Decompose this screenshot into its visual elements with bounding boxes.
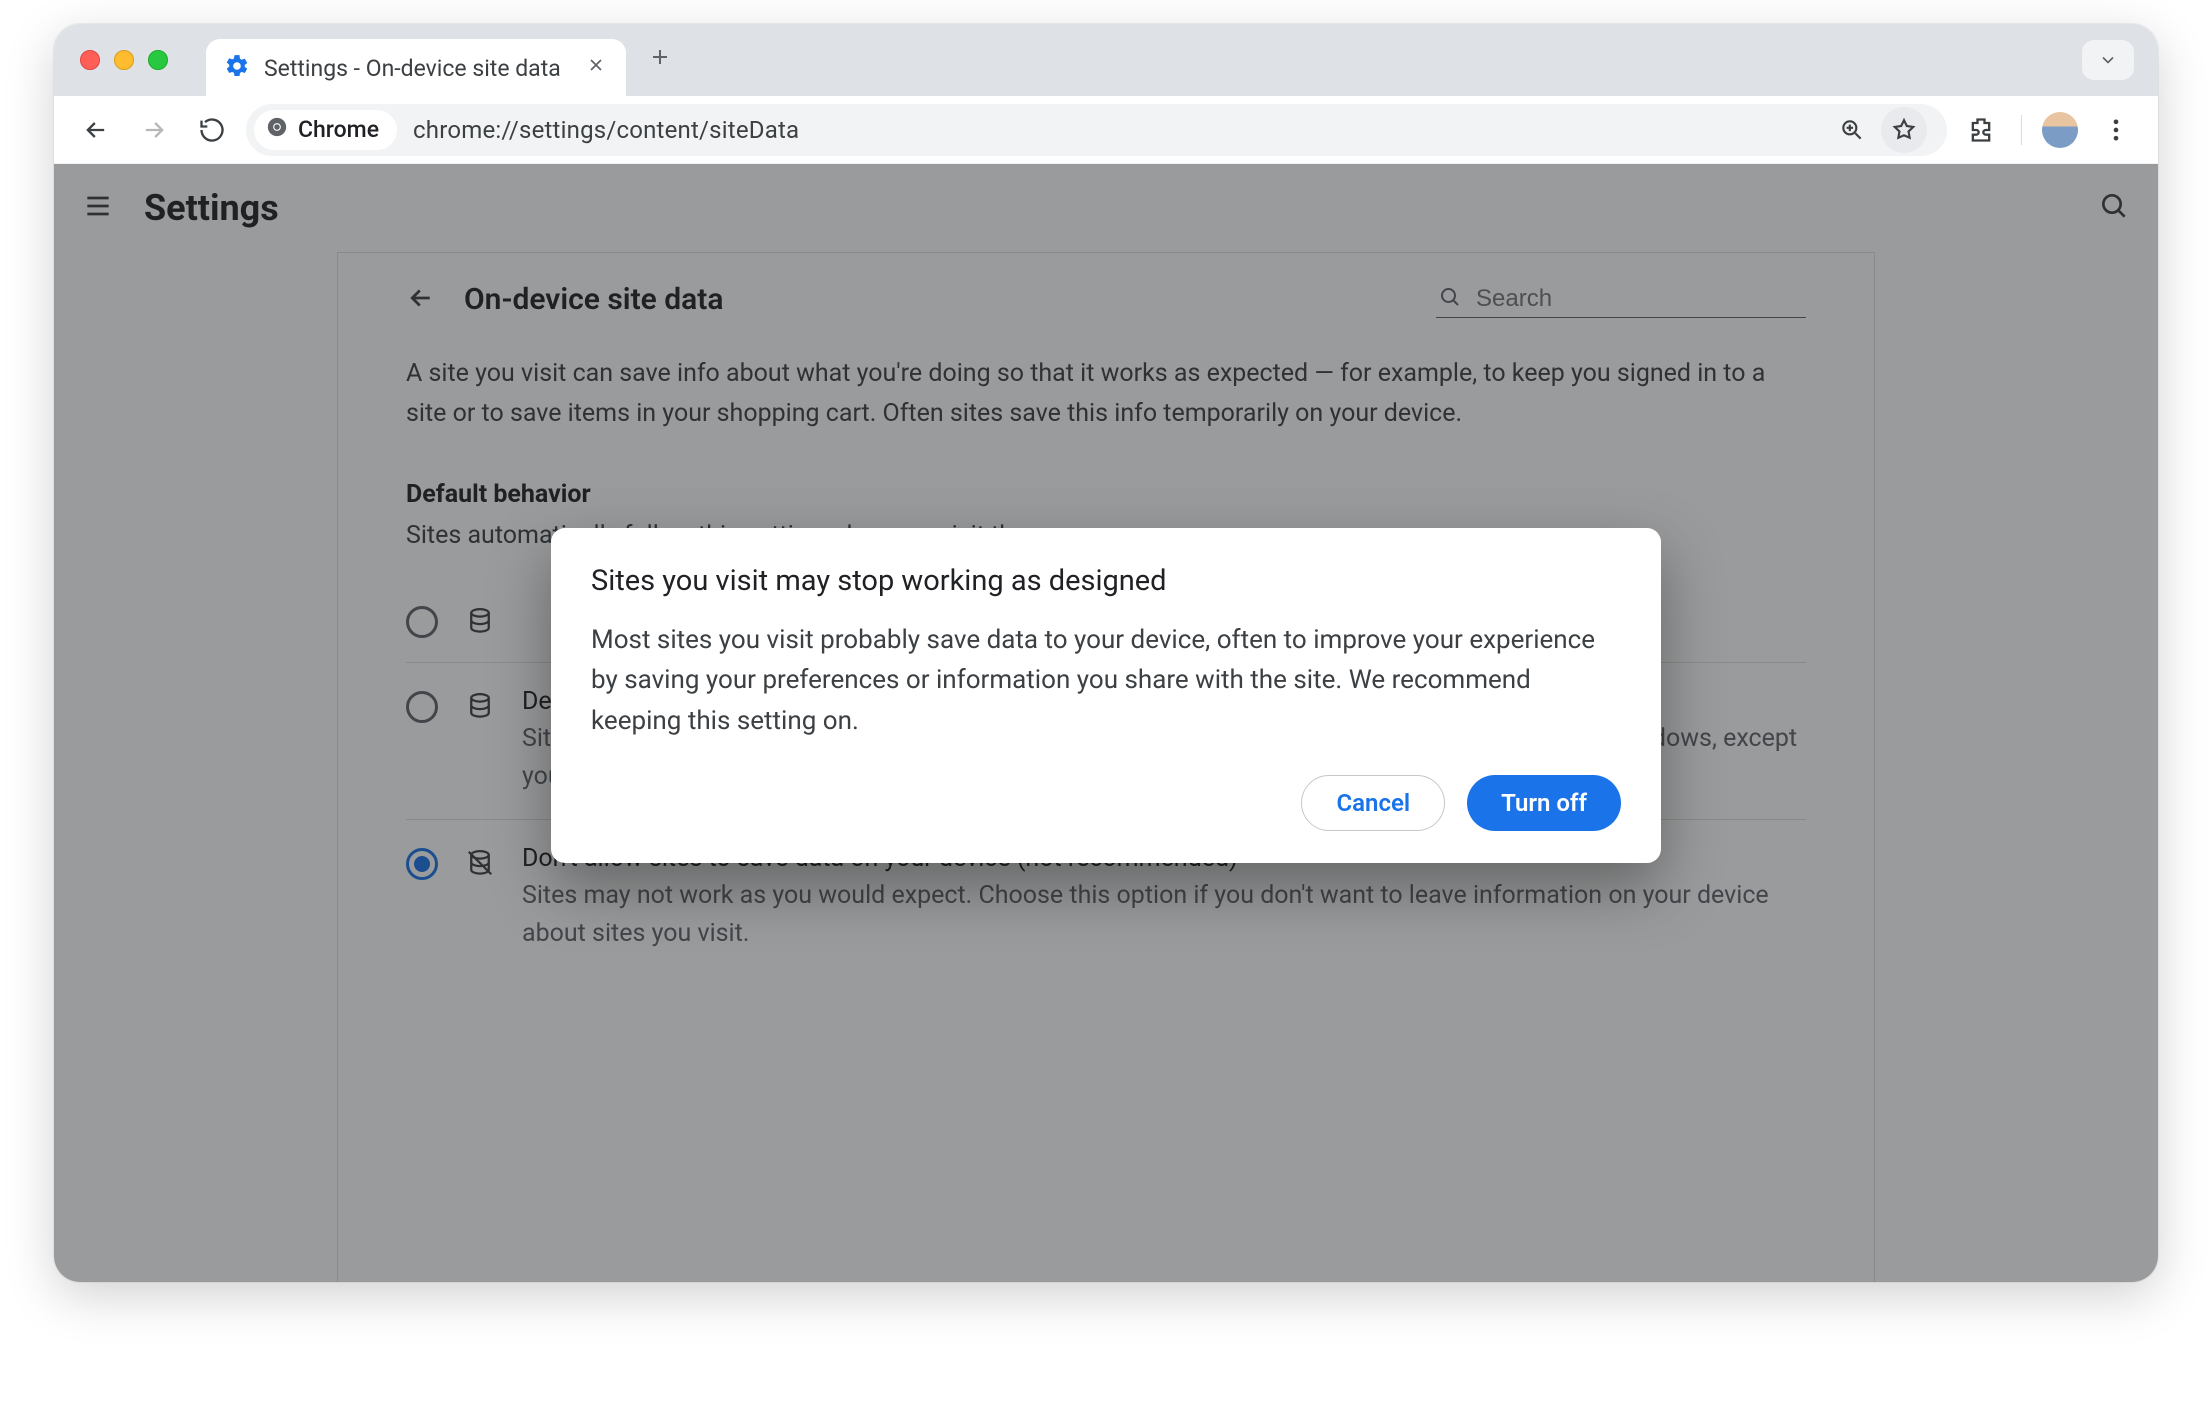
window-controls	[80, 50, 168, 70]
kebab-menu-icon[interactable]	[2092, 106, 2140, 154]
toolbar-divider	[2021, 115, 2022, 145]
chrome-logo-icon	[266, 116, 288, 144]
dialog-body: Most sites you visit probably save data …	[591, 620, 1621, 741]
tab-history-button[interactable]	[2082, 40, 2134, 80]
fullscreen-window-button[interactable]	[148, 50, 168, 70]
browser-tab[interactable]: Settings - On-device site data	[206, 39, 626, 97]
url-text: chrome://settings/content/siteData	[413, 116, 799, 144]
browser-window: Settings - On-device site data	[54, 24, 2158, 1282]
address-bar[interactable]: Chrome chrome://settings/content/siteDat…	[246, 104, 1947, 156]
new-tab-button[interactable]	[648, 45, 672, 75]
minimize-window-button[interactable]	[114, 50, 134, 70]
confirm-dialog: Sites you visit may stop working as desi…	[551, 528, 1661, 863]
forward-button[interactable]	[130, 106, 178, 154]
cancel-button[interactable]: Cancel	[1301, 775, 1445, 831]
site-chip[interactable]: Chrome	[254, 110, 397, 150]
titlebar: Settings - On-device site data	[54, 24, 2158, 96]
close-tab-button[interactable]	[582, 55, 610, 81]
tab-title: Settings - On-device site data	[264, 55, 568, 82]
back-button[interactable]	[72, 106, 120, 154]
profile-avatar[interactable]	[2042, 112, 2078, 148]
site-chip-label: Chrome	[298, 116, 379, 143]
content-area: Settings On-device site data	[54, 164, 2158, 1282]
turn-off-button[interactable]: Turn off	[1467, 775, 1621, 831]
zoom-icon[interactable]	[1829, 107, 1875, 153]
reload-button[interactable]	[188, 106, 236, 154]
bookmark-star-icon[interactable]	[1881, 107, 1927, 153]
gear-icon	[224, 53, 250, 83]
dialog-title: Sites you visit may stop working as desi…	[591, 564, 1621, 598]
extensions-icon[interactable]	[1957, 106, 2005, 154]
toolbar: Chrome chrome://settings/content/siteDat…	[54, 96, 2158, 164]
close-window-button[interactable]	[80, 50, 100, 70]
